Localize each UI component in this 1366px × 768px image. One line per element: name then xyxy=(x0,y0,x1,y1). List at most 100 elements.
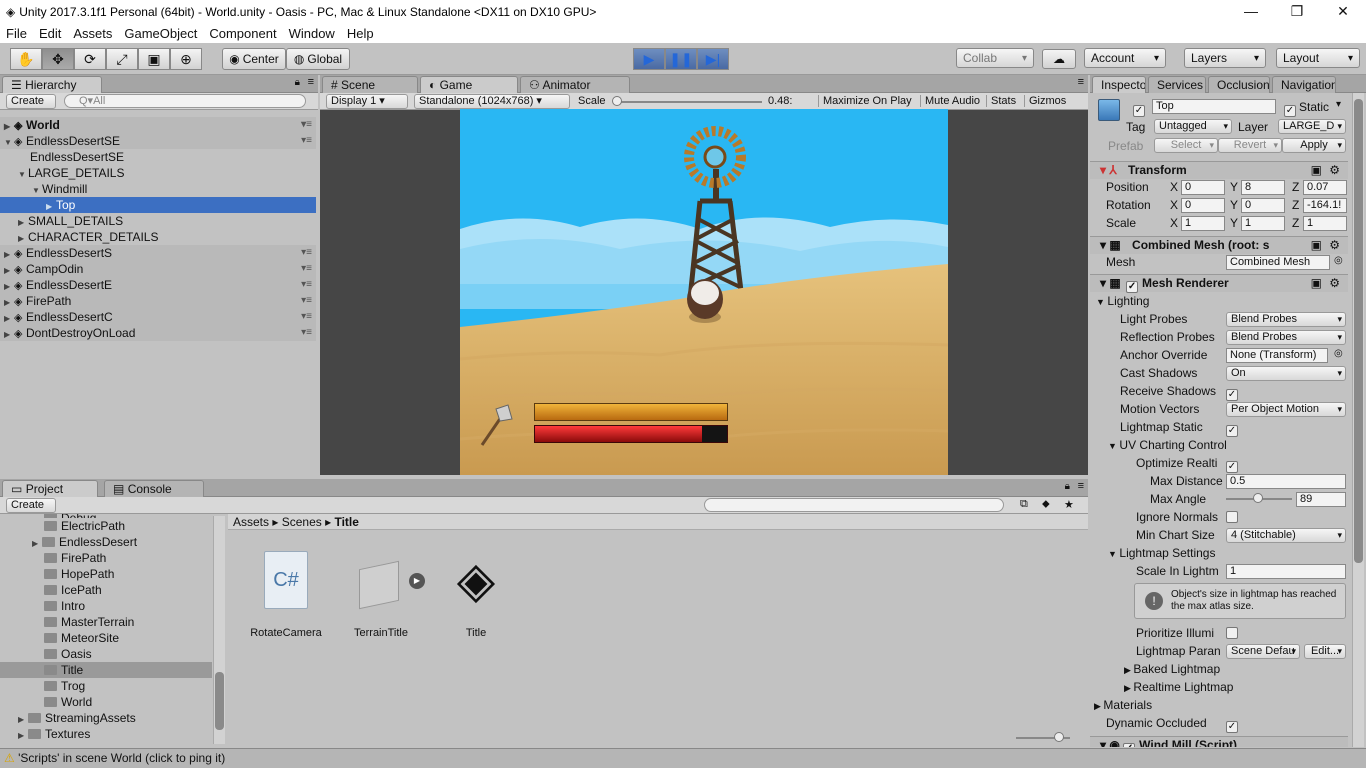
pause-icon[interactable]: ❚❚ xyxy=(665,48,697,70)
tree-item-selected[interactable]: ▶ Top xyxy=(0,197,316,213)
folder-scrollbar[interactable] xyxy=(213,516,225,744)
folder-item[interactable]: MeteorSite xyxy=(0,630,119,646)
hierarchy-search-input[interactable]: Q▾All xyxy=(64,94,306,108)
inspector-scrollbar[interactable] xyxy=(1352,93,1364,747)
folder-item[interactable]: ElectricPath xyxy=(0,518,126,534)
scene-row[interactable]: ▶ ◈ EndlessDesertC ▾≡ xyxy=(0,309,316,325)
baked-lightmap-foldout[interactable]: ▶ Baked Lightmap xyxy=(1124,661,1220,678)
display-dropdown[interactable]: Display 1 ▾ xyxy=(326,94,408,109)
step-icon[interactable]: ▶| xyxy=(697,48,729,70)
breadcrumb-assets[interactable]: Assets xyxy=(233,515,269,529)
zoom-slider-thumb[interactable] xyxy=(1054,732,1064,742)
prioritize-checkbox[interactable] xyxy=(1226,626,1238,640)
tree-item[interactable]: ▼ LARGE_DETAILS xyxy=(0,165,124,181)
folder-item[interactable]: IcePath xyxy=(0,582,102,598)
breadcrumb-scenes[interactable]: Scenes xyxy=(282,515,322,529)
asset-title-scene[interactable]: ◈ Title xyxy=(438,551,514,639)
motion-vectors-dropdown[interactable]: Per Object Motion xyxy=(1226,402,1346,417)
menu-edit[interactable]: Edit xyxy=(33,26,67,41)
help-book-icon[interactable]: ▣ xyxy=(1311,275,1322,292)
receive-shadows-checkbox[interactable]: ✓ xyxy=(1226,384,1238,401)
filter-type-icon[interactable]: ⧉ xyxy=(1020,498,1028,511)
tab-navigation[interactable]: Navigation xyxy=(1272,76,1336,93)
mesh-filter-header[interactable]: ▾ ▦ Combined Mesh (root: s ⚙ ▣ xyxy=(1090,236,1348,254)
settings-gear-icon[interactable]: ⚙ xyxy=(1329,162,1340,179)
menu-gameobject[interactable]: GameObject xyxy=(118,26,203,41)
folder-item[interactable]: Oasis xyxy=(0,646,92,662)
object-picker-icon[interactable]: ◎ xyxy=(1334,255,1343,266)
max-angle-thumb[interactable] xyxy=(1253,493,1263,503)
script-enabled-checkbox[interactable]: ✓ xyxy=(1123,743,1136,747)
breadcrumb-title[interactable]: Title xyxy=(334,515,358,529)
rotation-x-field[interactable]: 0 xyxy=(1181,198,1225,213)
play-icon[interactable]: ▶ xyxy=(633,48,665,70)
folder-item[interactable]: Intro xyxy=(0,598,85,614)
menu-assets[interactable]: Assets xyxy=(67,26,118,41)
dynamic-occluded-checkbox[interactable]: ✓ xyxy=(1226,716,1238,733)
tree-item[interactable]: ▶ SMALL_DETAILS xyxy=(0,213,123,229)
settings-gear-icon[interactable]: ⚙ xyxy=(1329,237,1340,254)
favorite-star-icon[interactable]: ★ xyxy=(1064,498,1074,511)
tab-game[interactable]: ◐ Game xyxy=(420,76,518,93)
static-checkbox[interactable]: ✓ xyxy=(1284,100,1296,117)
lightmap-settings-foldout[interactable]: ▼ Lightmap Settings xyxy=(1108,545,1215,562)
maximize-on-play-toggle[interactable]: Maximize On Play xyxy=(818,95,912,107)
ignore-normals-checkbox[interactable] xyxy=(1226,510,1238,524)
cloud-icon[interactable]: ☁ xyxy=(1042,49,1076,69)
menu-file[interactable]: File xyxy=(0,26,33,41)
scale-y-field[interactable]: 1 xyxy=(1241,216,1285,231)
menu-component[interactable]: Component xyxy=(203,26,282,41)
light-probes-dropdown[interactable]: Blend Probes xyxy=(1226,312,1346,327)
restore-button[interactable]: ❐ xyxy=(1274,0,1320,23)
tab-scene[interactable]: # Scene xyxy=(322,76,418,93)
status-bar[interactable]: ⚠ 'Scripts' in scene World (click to pin… xyxy=(0,748,1366,768)
min-chart-dropdown[interactable]: 4 (Stitchable) xyxy=(1226,528,1346,543)
scene-row[interactable]: ▶ ◈ CampOdin ▾≡ xyxy=(0,261,316,277)
position-z-field[interactable]: 0.07 xyxy=(1303,180,1347,195)
transform-tool-icon[interactable]: ⊕ xyxy=(170,48,202,70)
scene-row[interactable]: ▶ ◈ EndlessDesertE ▾≡ xyxy=(0,277,316,293)
tab-hierarchy[interactable]: ☰ Hierarchy xyxy=(2,76,102,93)
rotation-z-field[interactable]: -164.1! xyxy=(1303,198,1347,213)
scene-row[interactable]: ▶ ◈ DontDestroyOnLoad ▾≡ xyxy=(0,325,316,341)
scene-row-endlessdesertse[interactable]: ▼ ◈ EndlessDesertSE ▾≡ xyxy=(0,133,316,149)
tree-item[interactable]: ▶ CHARACTER_DETAILS xyxy=(0,229,158,245)
prefab-revert-button[interactable]: Revert xyxy=(1218,138,1282,153)
scrollbar-thumb[interactable] xyxy=(215,672,224,730)
hand-tool-icon[interactable]: ✋ xyxy=(10,48,42,70)
panel-menu-icon[interactable]: ≡ xyxy=(1078,480,1084,492)
object-name-field[interactable]: Top xyxy=(1152,99,1276,114)
scale-slider-track[interactable] xyxy=(616,101,762,103)
hierarchy-create-dropdown[interactable]: Create ▾ xyxy=(6,94,56,120)
resolution-dropdown[interactable]: Standalone (1024x768) ▾ xyxy=(414,94,570,109)
folder-item[interactable]: ▶ StreamingAssets xyxy=(0,710,136,726)
object-picker-icon[interactable]: ◎ xyxy=(1334,348,1343,359)
folder-item[interactable]: ▶ Textures xyxy=(0,726,90,742)
mesh-renderer-header[interactable]: ▾ ▦ ✓ Mesh Renderer ⚙ ▣ xyxy=(1090,274,1348,293)
menu-help[interactable]: Help xyxy=(341,26,380,41)
tab-inspector[interactable]: Inspector xyxy=(1092,76,1146,93)
prefab-select-button[interactable]: Select xyxy=(1154,138,1218,153)
layers-dropdown[interactable]: Layers xyxy=(1184,48,1266,68)
tree-item[interactable]: ▼ Windmill xyxy=(0,181,87,197)
panel-menu-icon[interactable]: ≡ xyxy=(308,76,314,88)
windmill-script-header[interactable]: ▾ ◉ ✓Wind Mill (Script) xyxy=(1090,736,1348,747)
tab-services[interactable]: Services xyxy=(1148,76,1206,93)
lighting-foldout[interactable]: ▼ Lighting xyxy=(1096,293,1149,310)
scale-slider-thumb[interactable] xyxy=(612,96,622,106)
realtime-lightmap-foldout[interactable]: ▶ Realtime Lightmap xyxy=(1124,679,1233,696)
transform-header[interactable]: ▾ ⅄ Transform ⚙ ▣ xyxy=(1090,161,1348,179)
scale-in-lightmap-field[interactable]: 1 xyxy=(1226,564,1346,579)
project-create-dropdown[interactable]: Create ▾ xyxy=(6,498,56,524)
layout-dropdown[interactable]: Layout xyxy=(1276,48,1360,68)
gizmos-dropdown[interactable]: Gizmos xyxy=(1024,95,1066,107)
mesh-field[interactable]: Combined Mesh xyxy=(1226,255,1330,270)
tab-console[interactable]: ▤ Console xyxy=(104,480,204,497)
pivot-center-button[interactable]: ◉ Center xyxy=(222,48,286,70)
renderer-enabled-checkbox[interactable]: ✓ xyxy=(1126,281,1139,293)
lightmap-params-dropdown[interactable]: Scene Defau xyxy=(1226,644,1300,659)
stats-toggle[interactable]: Stats xyxy=(986,95,1016,107)
folder-item-selected[interactable]: Title xyxy=(0,662,212,678)
pivot-global-button[interactable]: ◍ Global xyxy=(286,48,350,70)
reflection-probes-dropdown[interactable]: Blend Probes xyxy=(1226,330,1346,345)
